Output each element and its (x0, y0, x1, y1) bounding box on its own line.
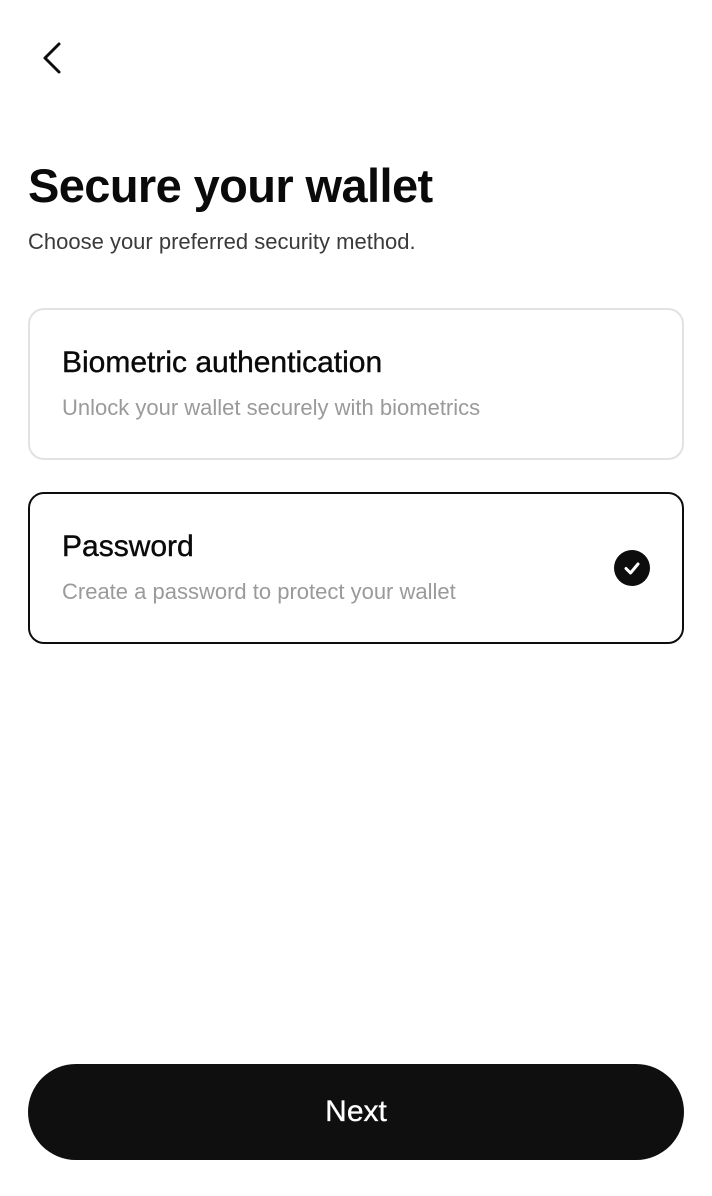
option-password[interactable]: Password Create a password to protect yo… (28, 492, 684, 644)
option-biometric[interactable]: Biometric authentication Unlock your wal… (28, 308, 684, 460)
chevron-left-icon (40, 39, 64, 82)
next-button[interactable]: Next (28, 1064, 684, 1160)
check-circle-icon (614, 550, 650, 586)
option-biometric-description: Unlock your wallet securely with biometr… (62, 395, 481, 420)
option-biometric-title: Biometric authentication (62, 346, 383, 379)
page-title: Secure your wallet (28, 159, 433, 212)
page-subtitle: Choose your preferred security method. (28, 229, 416, 254)
back-button[interactable] (28, 36, 76, 84)
option-password-description: Create a password to protect your wallet (62, 579, 456, 604)
option-password-title: Password (62, 530, 194, 563)
